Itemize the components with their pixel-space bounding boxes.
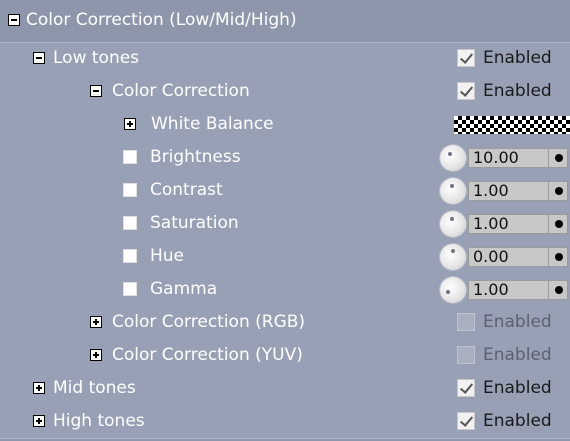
field-divider	[548, 182, 549, 200]
leaf-node-icon	[123, 282, 137, 296]
field-divider	[548, 248, 549, 266]
color-correction-rgb-enabled-checkbox[interactable]	[457, 313, 475, 331]
keyframe-dot-icon[interactable]	[555, 220, 563, 228]
brightness-label: Brightness	[150, 147, 241, 167]
color-correction-rgb-label: Color Correction (RGB)	[112, 312, 306, 332]
field-divider	[548, 281, 549, 299]
gamma-knob[interactable]	[440, 277, 466, 303]
color-correction-yuv-label: Color Correction (YUV)	[112, 345, 303, 365]
tree-row-high-tones[interactable]: High tones Enabled	[0, 405, 570, 439]
saturation-value: 1.00	[473, 214, 509, 233]
contrast-knob[interactable]	[440, 178, 466, 204]
brightness-value: 10.00	[473, 148, 519, 167]
row-divider	[0, 42, 570, 43]
keyframe-dot-icon[interactable]	[555, 286, 563, 294]
keyframe-dot-icon[interactable]	[555, 154, 563, 162]
expand-icon[interactable]	[90, 316, 102, 328]
color-correction-yuv-enabled-checkbox[interactable]	[457, 346, 475, 364]
saturation-label: Saturation	[150, 213, 239, 233]
low-tones-enabled-checkbox[interactable]	[457, 49, 475, 67]
high-tones-enabled-checkbox[interactable]	[457, 412, 475, 430]
hue-label: Hue	[150, 246, 185, 266]
expand-icon[interactable]	[90, 349, 102, 361]
keyframe-dot-icon[interactable]	[555, 187, 563, 195]
tree-row-color-correction-yuv[interactable]: Color Correction (YUV) Enabled	[0, 339, 570, 372]
color-correction-rgb-enabled-label: Enabled	[483, 312, 552, 332]
collapse-icon[interactable]	[8, 14, 20, 26]
gamma-label: Gamma	[150, 279, 218, 299]
root-label: Color Correction (Low/Mid/High)	[26, 10, 297, 30]
white-balance-color-swatch[interactable]	[454, 116, 570, 134]
leaf-node-icon	[123, 183, 137, 197]
tree-row-gamma[interactable]: Gamma 1.00	[0, 273, 570, 306]
color-correction-tree: Color Correction (Low/Mid/High) Low tone…	[0, 0, 570, 441]
tree-row-low-tones[interactable]: Low tones Enabled	[0, 42, 570, 75]
mid-tones-enabled-label: Enabled	[483, 378, 552, 398]
saturation-knob[interactable]	[440, 211, 466, 237]
tree-row-color-correction-rgb[interactable]: Color Correction (RGB) Enabled	[0, 306, 570, 339]
mid-tones-label: Mid tones	[53, 378, 136, 398]
hue-knob[interactable]	[440, 244, 466, 270]
tree-row-mid-tones[interactable]: Mid tones Enabled	[0, 372, 570, 405]
hue-value: 0.00	[473, 247, 509, 266]
tree-row-saturation[interactable]: Saturation 1.00	[0, 207, 570, 240]
tree-row-white-balance[interactable]: White Balance	[0, 108, 570, 141]
field-divider	[548, 215, 549, 233]
low-tones-enabled-label: Enabled	[483, 48, 552, 68]
brightness-knob[interactable]	[440, 145, 466, 171]
color-correction-enabled-label: Enabled	[483, 81, 552, 101]
tree-row-color-correction[interactable]: Color Correction Enabled	[0, 75, 570, 108]
high-tones-label: High tones	[53, 411, 145, 431]
tree-row-hue[interactable]: Hue 0.00	[0, 240, 570, 273]
white-balance-label: White Balance	[151, 114, 274, 134]
saturation-value-field[interactable]: 1.00	[468, 214, 568, 234]
contrast-value-field[interactable]: 1.00	[468, 181, 568, 201]
brightness-value-field[interactable]: 10.00	[468, 148, 568, 168]
low-tones-label: Low tones	[53, 48, 140, 68]
leaf-node-icon	[123, 150, 137, 164]
contrast-value: 1.00	[473, 181, 509, 200]
expand-icon[interactable]	[124, 118, 136, 130]
leaf-node-icon	[123, 249, 137, 263]
tree-row-brightness[interactable]: Brightness 10.00	[0, 141, 570, 174]
leaf-node-icon	[123, 216, 137, 230]
collapse-icon[interactable]	[33, 52, 45, 64]
tree-row-root[interactable]: Color Correction (Low/Mid/High)	[0, 4, 570, 37]
keyframe-dot-icon[interactable]	[555, 253, 563, 261]
expand-icon[interactable]	[33, 415, 45, 427]
color-correction-enabled-checkbox[interactable]	[457, 82, 475, 100]
collapse-icon[interactable]	[90, 85, 102, 97]
color-correction-label: Color Correction	[112, 81, 250, 101]
high-tones-enabled-label: Enabled	[483, 411, 552, 431]
tree-row-contrast[interactable]: Contrast 1.00	[0, 174, 570, 207]
color-correction-yuv-enabled-label: Enabled	[483, 345, 552, 365]
mid-tones-enabled-checkbox[interactable]	[457, 379, 475, 397]
expand-icon[interactable]	[33, 382, 45, 394]
contrast-label: Contrast	[150, 180, 223, 200]
gamma-value: 1.00	[473, 280, 509, 299]
field-divider	[548, 149, 549, 167]
hue-value-field[interactable]: 0.00	[468, 247, 568, 267]
gamma-value-field[interactable]: 1.00	[468, 280, 568, 300]
